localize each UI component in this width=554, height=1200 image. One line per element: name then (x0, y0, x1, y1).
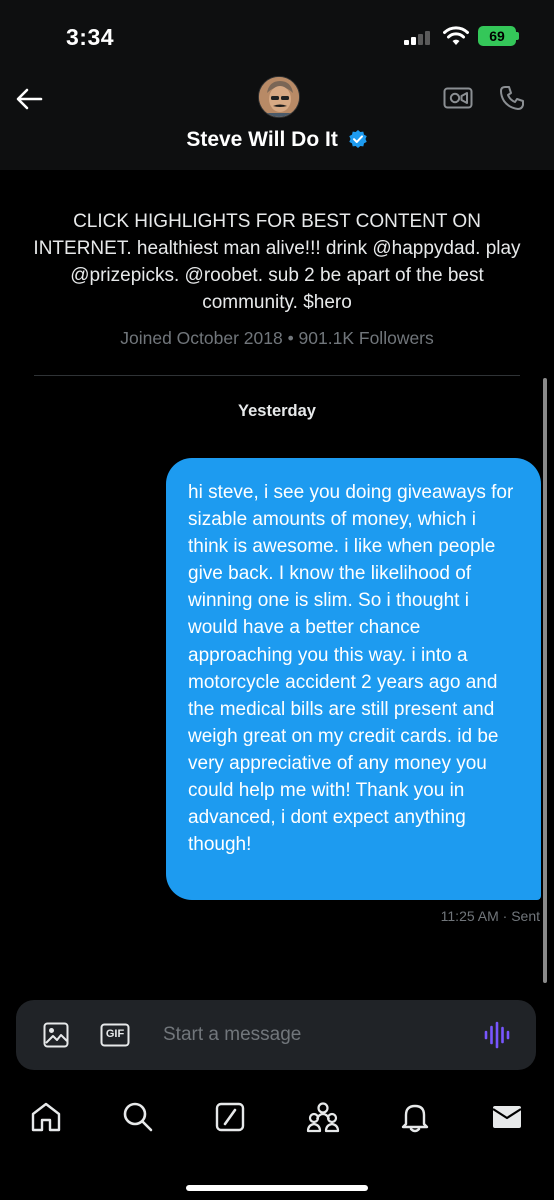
back-arrow-icon[interactable] (14, 86, 44, 112)
profile-name: Steve Will Do It (186, 128, 338, 151)
verified-badge-icon (348, 130, 367, 148)
battery-percent: 69 (489, 28, 505, 44)
grok-icon[interactable] (213, 1100, 247, 1134)
profile-meta: Joined October 2018 • 901.1K Followers (120, 328, 434, 348)
divider (34, 375, 520, 376)
messages-icon[interactable] (490, 1100, 524, 1134)
search-icon[interactable] (121, 1100, 155, 1134)
battery-nub (516, 32, 519, 40)
message-composer: GIF (16, 1000, 536, 1070)
battery-indicator: 69 (478, 26, 516, 46)
voice-wave-icon[interactable] (482, 1020, 512, 1050)
home-icon[interactable] (29, 1100, 63, 1134)
day-separator: Yesterday (238, 402, 316, 420)
message-input[interactable] (163, 1020, 463, 1050)
gif-icon[interactable]: GIF (100, 1023, 130, 1047)
notifications-icon[interactable] (398, 1100, 432, 1134)
gif-label: GIF (105, 1028, 125, 1040)
wifi-icon (443, 26, 469, 45)
conversation-header: Steve Will Do It (0, 72, 554, 170)
scrollbar[interactable] (543, 378, 547, 983)
profile-bio: CLICK HIGHLIGHTS FOR BEST CONTENT ON INT… (33, 211, 521, 313)
cellular-signal-icon (404, 31, 434, 45)
status-time: 3:34 (66, 24, 115, 50)
phone-call-icon[interactable] (498, 84, 526, 112)
profile-name-row[interactable]: Steve Will Do It (0, 128, 554, 152)
communities-icon[interactable] (306, 1100, 340, 1134)
image-icon[interactable] (43, 1022, 69, 1048)
video-call-icon[interactable] (443, 86, 473, 110)
status-bar: 3:34 69 (0, 0, 554, 72)
home-indicator (186, 1185, 368, 1191)
dm-screen: 3:34 69 Steve Will Do It CLICK HIGHLIGHT… (0, 0, 554, 1200)
message-timestamp: 11:25 AM · Sent (440, 908, 540, 924)
bottom-nav (0, 1080, 554, 1200)
avatar[interactable] (258, 76, 300, 118)
sent-message-bubble[interactable]: hi steve, i see you doing giveaways for … (166, 458, 541, 900)
